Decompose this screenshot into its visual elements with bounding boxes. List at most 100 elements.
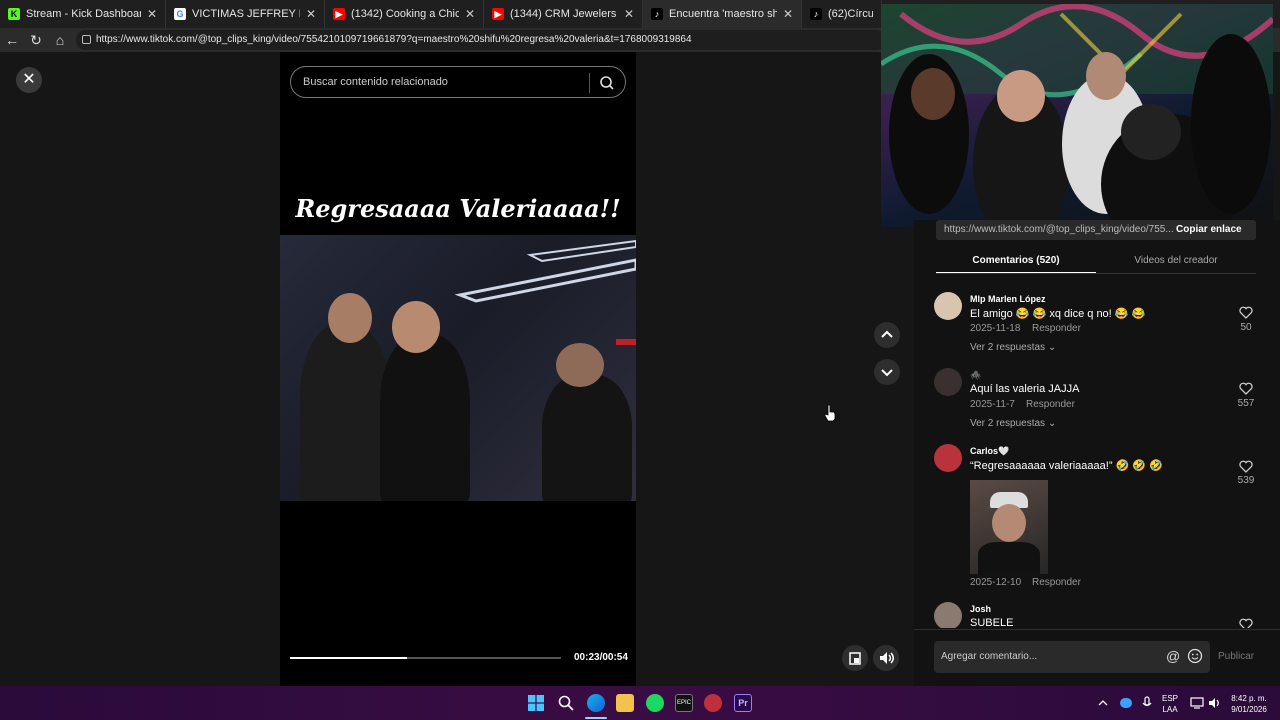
tabs-divider [936,273,1256,274]
comment-author[interactable]: 🕷️ [970,370,981,381]
person-head [328,293,372,343]
comment-text: “Regresaaaaaa valeriaaaaa!” 🤣 🤣 🤣 [970,460,1163,472]
browser-tab[interactable]: ▶ (1342) Cooking a Chicago-Style Italian… [325,0,484,28]
emoji-icon[interactable] [1187,648,1203,664]
heart-icon[interactable] [1239,382,1253,395]
avatar[interactable] [934,444,962,472]
comment-placeholder: Agregar comentario... [941,651,1038,662]
chevron-down-icon: ⌄ [1047,342,1057,353]
comment-date: 2025-11-18 [970,323,1021,334]
search-icon[interactable] [599,75,615,91]
comment-input[interactable]: Agregar comentario... @ [934,641,1210,673]
google-icon: G [174,8,186,20]
language-indicator[interactable]: ESP LAA [1162,693,1178,715]
lock-icon [82,35,91,44]
shirt-shape [978,542,1040,574]
view-replies-button[interactable]: Ver 2 respuestas ⌄ [970,418,1056,429]
premiere-pro-icon[interactable]: Pr [734,694,752,712]
tiktok-icon: ♪ [651,8,663,20]
windows-start-icon[interactable] [528,695,544,711]
heart-icon[interactable] [1239,460,1253,473]
file-explorer-icon[interactable] [616,694,634,712]
close-tab-icon[interactable]: ✕ [783,7,793,21]
video-frame [280,235,636,501]
progress-bar[interactable] [290,657,561,659]
reply-button[interactable]: Responder [1026,399,1075,410]
browser-tab[interactable]: G VICTIMAS JEFFREY DAHMER - Busca ✕ [166,0,325,28]
next-video-button[interactable] [874,359,900,385]
search-input[interactable]: Buscar contenido relacionado [290,66,626,98]
like-count: 557 [1237,398,1255,409]
tab-title: (62)Círculo Cerra [828,8,873,20]
onedrive-icon[interactable] [1120,698,1132,708]
browser-tab[interactable]: K Stream - Kick Dashboard ✕ [0,0,166,28]
network-icon[interactable] [1190,697,1204,709]
comment-author[interactable]: Carlos🤍 [970,446,1009,457]
url-text: https://www.tiktok.com/@top_clips_king/v… [96,34,692,45]
avatar[interactable] [934,368,962,396]
taskbar: EPIC Pr ESP LAA 8:42 p. m. 9/01/2026 [0,686,1280,720]
reload-icon[interactable]: ↻ [28,32,44,48]
browser-tab[interactable]: ▶ (1344) CRM Jewelers en Español - ✕ [484,0,643,28]
url-field[interactable]: https://www.tiktok.com/@top_clips_king/v… [76,30,886,50]
reply-button[interactable]: Responder [1032,323,1081,334]
view-replies-label: Ver 2 respuestas [970,342,1046,353]
publish-button[interactable]: Publicar [1218,651,1254,662]
home-icon[interactable]: ⌂ [52,32,68,48]
browser-tab-active[interactable]: ♪ Encuentra 'maestro shifu regresa' ✕ [643,0,802,28]
heart-icon[interactable] [1239,306,1253,319]
close-icon[interactable]: ✕ [16,67,42,93]
comment-image[interactable] [970,480,1048,574]
comment-author[interactable]: Josh [970,604,991,614]
tab-title: Encuentra 'maestro shifu regresa' [669,8,777,20]
comment-text: Aquí las valeria JAJJA [970,383,1080,395]
active-app-indicator [585,717,607,719]
face-shape [992,504,1026,542]
keyboard-layout: LAA [1162,705,1178,714]
video-player[interactable]: Buscar contenido relacionado Regresaaaa … [280,52,636,686]
view-replies-button[interactable]: Ver 2 respuestas ⌄ [970,342,1056,353]
search-icon[interactable] [558,695,574,711]
comment-date: 2025-11-7 [970,399,1015,410]
person-head [392,301,440,353]
picture-in-picture-icon [849,652,861,665]
comment-date: 2025-12-10 [970,577,1022,588]
volume-button[interactable] [873,645,899,671]
clock-date: 9/01/2026 [1231,705,1267,714]
close-tab-icon[interactable]: ✕ [306,7,316,21]
edge-browser-icon[interactable] [587,694,605,712]
webcam-scene [881,4,1273,227]
microphone-icon[interactable] [1142,696,1152,710]
pip-button[interactable] [842,645,868,671]
volume-icon [880,652,894,664]
browser-tab[interactable]: ♪ (62)Círculo Cerra [802,0,882,28]
app-icon[interactable] [704,694,722,712]
mention-icon[interactable]: @ [1166,648,1180,664]
speaker-icon[interactable] [1208,697,1222,709]
close-tab-icon[interactable]: ✕ [465,7,475,21]
tab-comments[interactable]: Comentarios (520) [936,250,1096,274]
previous-video-button[interactable] [874,322,900,348]
tab-creator-videos[interactable]: Videos del creador [1096,250,1256,274]
person-right [542,375,632,501]
comment-text: SUBELE [970,617,1014,628]
back-icon[interactable]: ← [4,32,20,48]
search-placeholder: Buscar contenido relacionado [303,76,448,88]
close-tab-icon[interactable]: ✕ [624,7,634,21]
tray-chevron-up-icon[interactable] [1098,699,1108,707]
clock-time: 8:42 p. m. [1231,694,1267,703]
epic-games-icon[interactable]: EPIC [675,694,693,712]
chevron-down-icon: ⌄ [1047,418,1057,429]
tab-title: (1344) CRM Jewelers en Español - [510,8,618,20]
close-tab-icon[interactable]: ✕ [147,7,157,21]
avatar[interactable] [934,292,962,320]
copy-link-button[interactable]: Copiar enlace [1176,220,1242,240]
avatar[interactable] [934,602,962,628]
system-clock[interactable]: 8:42 p. m. 9/01/2026 [1226,693,1272,715]
tab-title: VICTIMAS JEFFREY DAHMER - Busca [192,8,300,20]
comment-input-divider [914,629,1280,630]
heart-icon[interactable] [1239,618,1253,628]
spotify-icon[interactable] [646,694,664,712]
comment-author[interactable]: Mlp Marlen López [970,294,1046,304]
reply-button[interactable]: Responder [1032,577,1081,588]
